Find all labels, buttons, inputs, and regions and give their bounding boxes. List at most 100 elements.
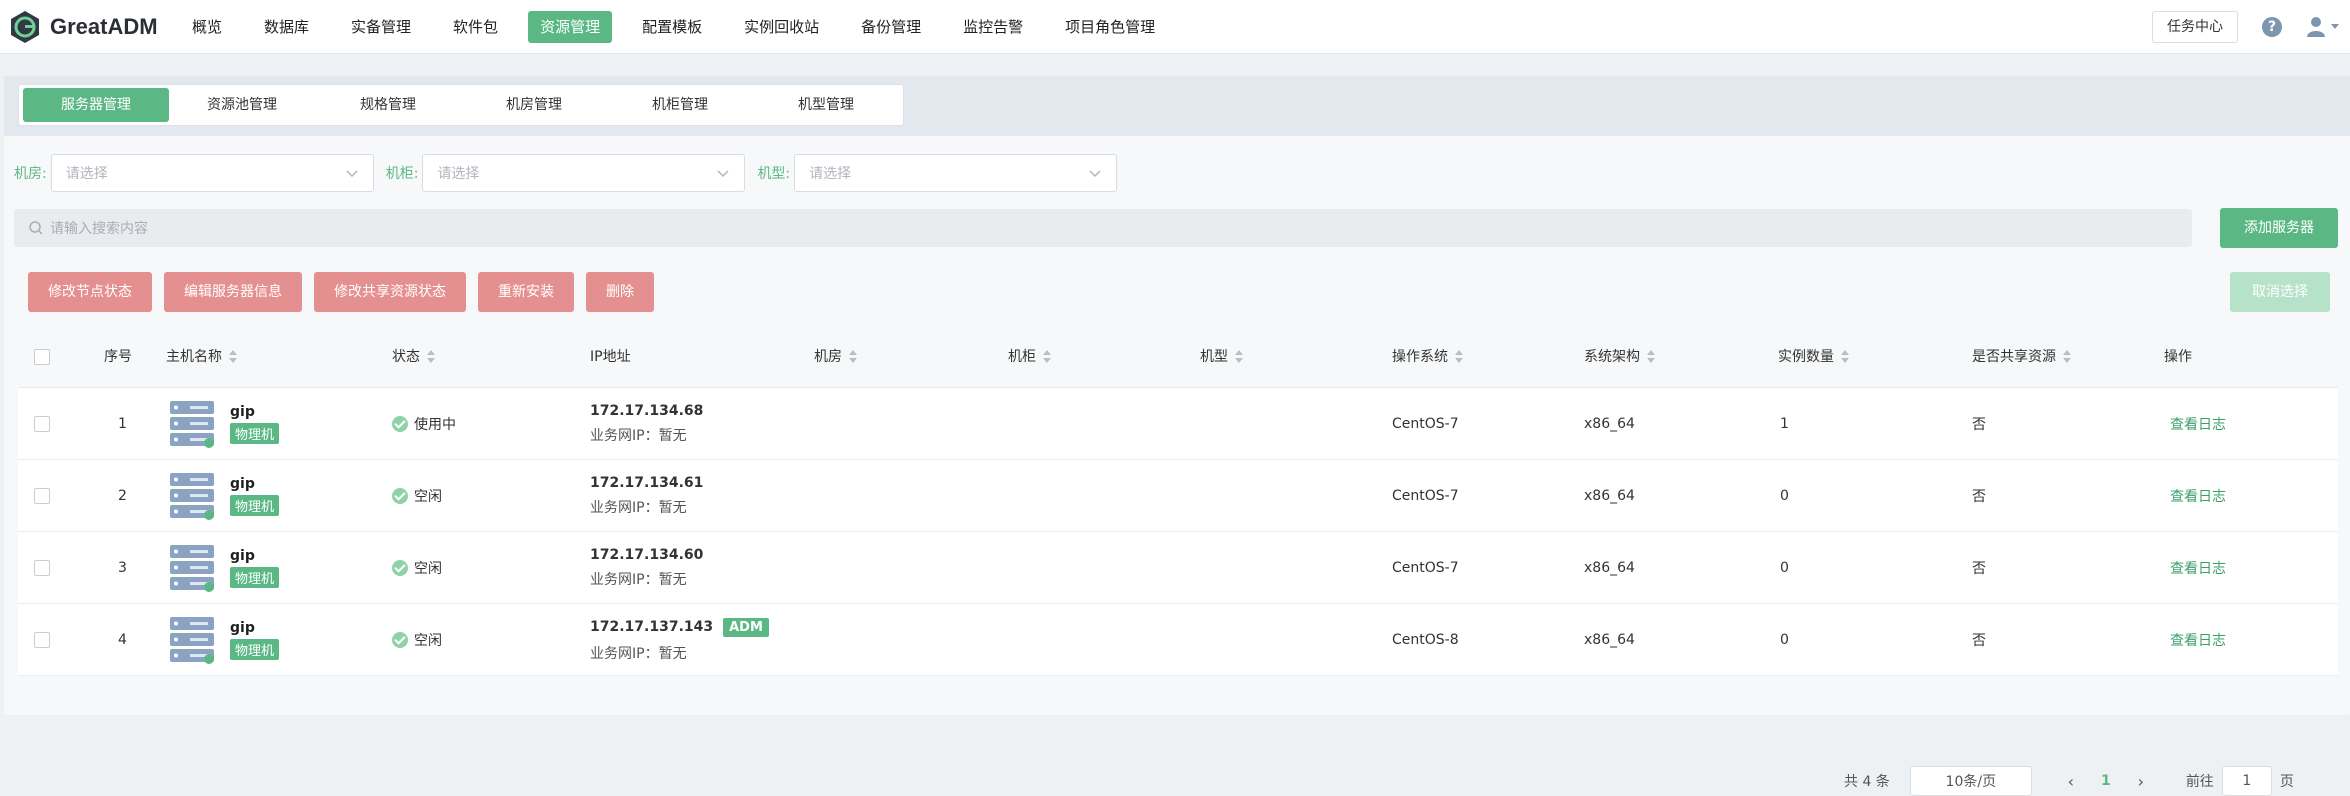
ip-line: 172.17.134.68 [590,403,703,419]
col-status-label: 状态 [392,349,420,365]
ip-info: 172.17.134.68 业务网IP：暂无 [590,403,703,445]
row-checkbox[interactable] [34,632,50,648]
tab-server-mgmt[interactable]: 服务器管理 [23,88,169,122]
page-size-select[interactable]: 10条/页 [1909,766,2032,796]
instances-cell: 0 [1780,560,1789,576]
cancel-select-button[interactable]: 取消选择 [2230,272,2330,312]
reinstall-button[interactable]: 重新安装 [478,272,574,312]
shared-cell: 否 [1972,417,1986,433]
sort-icon[interactable] [1042,350,1052,364]
table-row[interactable]: 2 gip 物理机 空闲 172.17.134.61 业务网IP：暂无 Cent… [18,460,2338,532]
task-center-button[interactable]: 任务中心 [2152,11,2238,43]
brand-name: GreatADM [50,13,158,39]
tab-spec-mgmt[interactable]: 规格管理 [315,88,461,122]
modify-shared-status-button[interactable]: 修改共享资源状态 [314,272,466,312]
col-host[interactable]: 主机名称 [166,326,238,388]
sort-icon[interactable] [1646,350,1656,364]
machine-type-tag: 物理机 [230,423,280,444]
sort-icon[interactable] [1840,350,1850,364]
nav-item-project-roles[interactable]: 项目角色管理 [1053,11,1167,43]
sort-icon[interactable] [228,350,238,364]
cabinet-select[interactable]: 请选择 [422,154,746,192]
col-ops: 操作 [2164,349,2192,365]
host-name[interactable]: gip [230,404,279,420]
tab-cabinet-mgmt[interactable]: 机柜管理 [607,88,753,122]
question-circle-icon[interactable]: ? [2262,17,2282,37]
sort-icon[interactable] [1234,350,1244,364]
col-model[interactable]: 机型 [1200,326,1244,388]
sort-icon[interactable] [848,350,858,364]
ip-cell: 172.17.134.60 业务网IP：暂无 [590,532,703,604]
sort-icon[interactable] [1454,350,1464,364]
ip-address: 172.17.134.60 [590,547,704,563]
host-name[interactable]: gip [230,548,279,564]
row-checkbox[interactable] [34,560,50,576]
col-model-label: 机型 [1200,349,1228,365]
col-shared[interactable]: 是否共享资源 [1972,326,2072,388]
row-index: 1 [118,416,127,432]
view-log-link[interactable]: 查看日志 [2170,532,2226,604]
table-row[interactable]: 3 gip 物理机 空闲 172.17.134.60 业务网IP：暂无 Cent… [18,532,2338,604]
col-arch[interactable]: 系统架构 [1584,326,1656,388]
table-header: 序号 主机名称 状态 IP地址 机房 机柜 机型 操作系统 系统架构 实例数量 … [18,326,2338,388]
nav-item-resource-mgmt[interactable]: 资源管理 [528,10,613,43]
nav-item-database[interactable]: 数据库 [252,11,321,43]
tabs-bar: 服务器管理 资源池管理 规格管理 机房管理 机柜管理 机型管理 [4,76,2350,136]
shared-cell: 否 [1972,633,1986,649]
modify-node-status-button[interactable]: 修改节点状态 [28,272,152,312]
host-name[interactable]: gip [230,620,279,636]
machine-type-tag: 物理机 [230,639,280,660]
view-log-link[interactable]: 查看日志 [2170,460,2226,532]
row-checkbox[interactable] [34,488,50,504]
col-status[interactable]: 状态 [392,326,436,388]
host-cell: gip 物理机 [168,388,280,460]
sort-icon[interactable] [2062,350,2072,364]
nav-item-config-templates[interactable]: 配置模板 [630,11,714,43]
row-select-cell [34,388,50,460]
sort-icon[interactable] [426,350,436,364]
room-filter-label: 机房: [14,166,47,182]
room-select-placeholder: 请选择 [65,166,108,182]
select-all-checkbox[interactable] [34,349,50,365]
business-ip: 业务网IP：暂无 [590,500,687,516]
page-number-current[interactable]: 1 [2086,773,2126,789]
nav-item-backup-mgmt[interactable]: 备份管理 [849,11,933,43]
ip-address: 172.17.134.61 [590,475,704,491]
status-cell: 空闲 [392,532,442,604]
user-icon[interactable] [2304,15,2344,39]
brand-logo[interactable]: GreatADM [8,10,180,44]
delete-button[interactable]: 删除 [586,272,654,312]
tab-resource-pool-mgmt[interactable]: 资源池管理 [169,88,315,122]
table-row[interactable]: 1 gip 物理机 使用中 172.17.134.68 业务网IP：暂无 Cen… [18,388,2338,460]
room-select[interactable]: 请选择 [50,154,374,192]
search-input[interactable]: 请输入搜索内容 [14,209,2192,247]
nav-item-overview[interactable]: 概览 [180,11,234,43]
model-select[interactable]: 请选择 [794,154,1118,192]
next-page-icon[interactable]: › [2126,772,2156,791]
add-server-button[interactable]: 添加服务器 [2220,208,2338,248]
col-instances[interactable]: 实例数量 [1778,326,1850,388]
nav-item-monitoring[interactable]: 监控告警 [951,11,1035,43]
host-name[interactable]: gip [230,476,279,492]
tab-room-mgmt[interactable]: 机房管理 [461,88,607,122]
col-room[interactable]: 机房 [814,326,858,388]
nav-item-instance-recycle[interactable]: 实例回收站 [732,11,831,43]
tab-model-mgmt[interactable]: 机型管理 [753,88,899,122]
view-log-link[interactable]: 查看日志 [2170,388,2226,460]
nav-item-packages[interactable]: 软件包 [441,11,510,43]
view-log-link[interactable]: 查看日志 [2170,604,2226,676]
edit-server-info-button[interactable]: 编辑服务器信息 [164,272,302,312]
table-row[interactable]: 4 gip 物理机 空闲 172.17.137.143 ADM 业务网IP：暂无 [18,604,2338,676]
ip-info: 172.17.137.143 ADM 业务网IP：暂无 [590,617,769,663]
row-index: 4 [118,632,127,648]
server-icon [170,473,214,520]
col-os[interactable]: 操作系统 [1392,326,1464,388]
row-checkbox[interactable] [34,416,50,432]
instances-cell: 0 [1780,488,1789,504]
nav-item-instance-mgmt[interactable]: 实备管理 [339,11,423,43]
ip-line: 172.17.134.61 [590,475,703,491]
col-cabinet[interactable]: 机柜 [1008,326,1052,388]
main-panel: 服务器管理 资源池管理 规格管理 机房管理 机柜管理 机型管理 机房: 请选择 … [4,76,2350,796]
prev-page-icon[interactable]: ‹ [2056,772,2086,791]
goto-page-input[interactable]: 1 [2221,766,2272,796]
